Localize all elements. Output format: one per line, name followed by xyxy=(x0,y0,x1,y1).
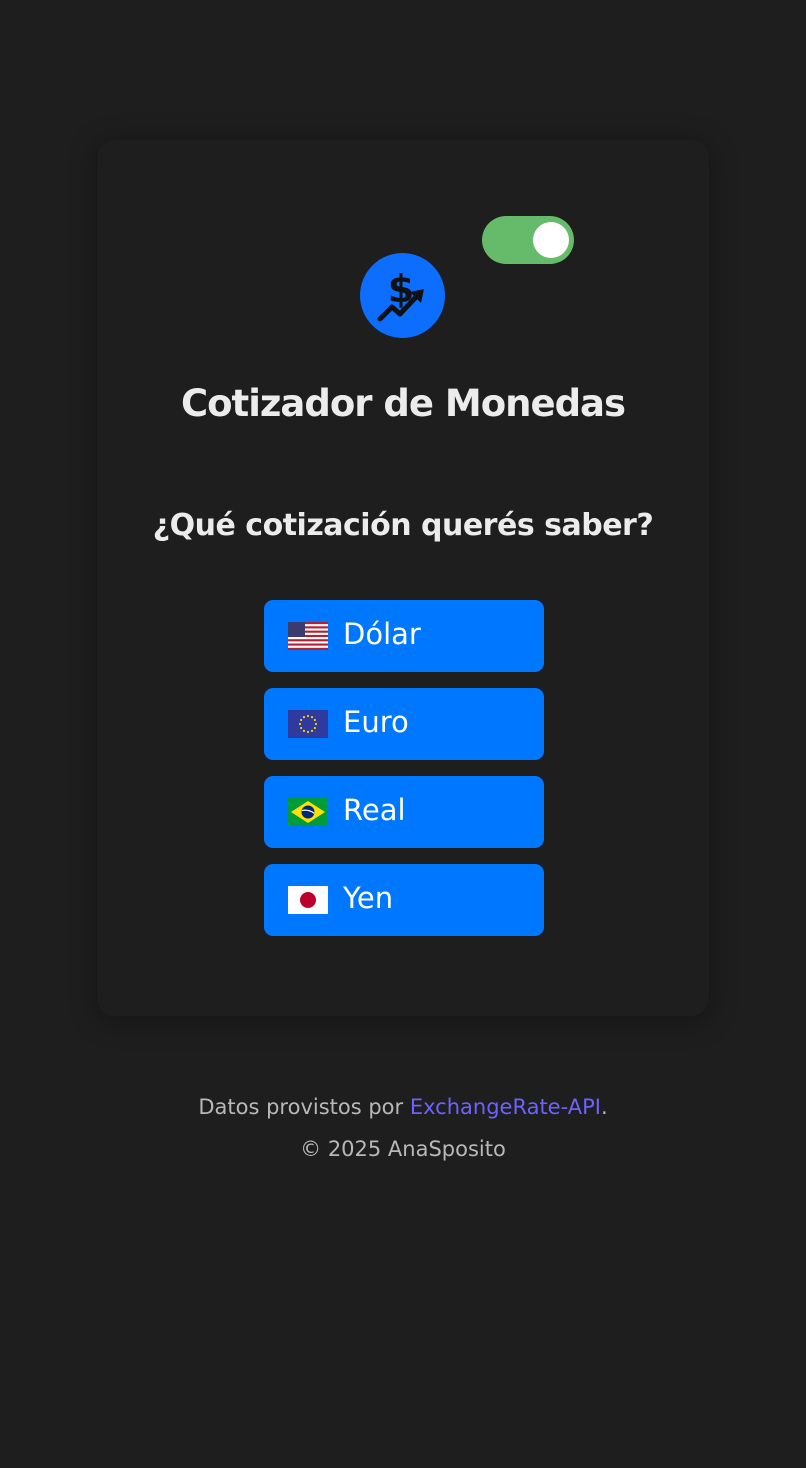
toggle-knob xyxy=(533,222,569,258)
footer-prefix: Datos provistos por xyxy=(198,1095,410,1119)
footer-suffix: . xyxy=(600,1095,608,1119)
footer: Datos provistos por ExchangeRate-API. © … xyxy=(0,1086,806,1170)
dolar-label: Dólar xyxy=(343,617,421,651)
eu-flag-icon xyxy=(288,710,328,738)
real-button[interactable]: Real xyxy=(264,776,544,848)
brazil-flag-icon xyxy=(288,798,328,826)
footer-attribution: Datos provistos por ExchangeRate-API. xyxy=(0,1086,806,1128)
footer-copyright: © 2025 AnaSposito xyxy=(300,1137,506,1161)
yen-button[interactable]: Yen xyxy=(264,864,544,936)
japan-flag-icon xyxy=(288,886,328,914)
exchangerate-api-link[interactable]: ExchangeRate-API xyxy=(410,1095,601,1119)
yen-label: Yen xyxy=(343,881,394,915)
dolar-button[interactable]: Dólar xyxy=(264,600,544,672)
dollar-chart-icon: $ xyxy=(360,253,445,338)
euro-label: Euro xyxy=(343,705,409,739)
page-title: Cotizador de Monedas xyxy=(180,382,626,425)
theme-toggle[interactable] xyxy=(482,216,574,264)
us-flag-icon xyxy=(288,622,328,650)
euro-button[interactable]: Euro xyxy=(264,688,544,760)
real-label: Real xyxy=(343,793,406,827)
question-heading: ¿Qué cotización querés saber? xyxy=(152,508,654,543)
